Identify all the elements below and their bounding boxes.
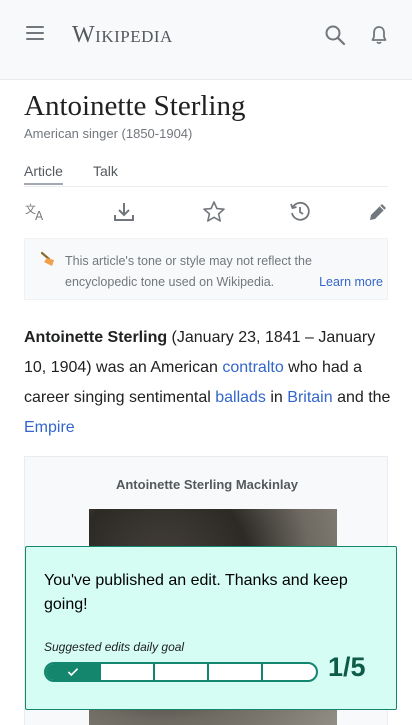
lead-text-3: in: [265, 389, 288, 406]
history-icon[interactable]: [286, 198, 314, 226]
daily-goal-label: Suggested edits daily goal: [44, 640, 185, 654]
star-icon[interactable]: [200, 198, 228, 226]
menu-icon[interactable]: [26, 26, 44, 42]
edit-published-toast: You've published an edit. Thanks and kee…: [25, 546, 397, 710]
progress-segment-divider: [99, 664, 101, 680]
tab-article[interactable]: Article: [24, 163, 63, 185]
link-britain[interactable]: Britain: [287, 389, 332, 406]
check-icon: [46, 664, 100, 680]
language-icon[interactable]: 文 A: [22, 198, 50, 226]
article-issue-notice[interactable]: This article's tone or style may not ref…: [24, 238, 388, 300]
link-ballads[interactable]: ballads: [215, 389, 266, 406]
progress-segment-divider: [261, 664, 263, 680]
toast-message: You've published an edit. Thanks and kee…: [44, 572, 348, 613]
tabs-divider: [24, 186, 388, 187]
pencil-icon[interactable]: [364, 198, 392, 226]
page-title: Antoinette Sterling: [24, 90, 246, 122]
page-actions-toolbar: 文 A: [0, 198, 412, 228]
wordmark-text: Wikipedia: [72, 22, 173, 48]
lead-text-4: and the: [332, 389, 391, 406]
tab-talk[interactable]: Talk: [93, 163, 118, 183]
broom-icon: [39, 250, 57, 268]
wikipedia-wordmark[interactable]: Wikipedia: [72, 22, 173, 49]
search-icon[interactable]: [324, 24, 346, 46]
link-contralto[interactable]: contralto: [222, 359, 283, 376]
download-icon[interactable]: [110, 198, 138, 226]
lead-paragraph: Antoinette Sterling (January 23, 1841 – …: [24, 323, 392, 443]
bell-icon[interactable]: [368, 24, 390, 46]
app-header: Wikipedia: [0, 0, 412, 80]
infobox-caption: Antoinette Sterling Mackinlay: [115, 477, 299, 492]
progress-segment-divider: [153, 664, 155, 680]
lead-subject: Antoinette Sterling: [24, 329, 168, 346]
link-empire[interactable]: Empire: [24, 419, 75, 436]
learn-more-link[interactable]: Learn more: [291, 272, 383, 293]
svg-text:A: A: [35, 209, 44, 223]
page-description: American singer (1850-1904): [24, 126, 193, 141]
progress-segment-divider: [207, 664, 209, 680]
daily-goal-count: 1/5: [328, 652, 366, 682]
daily-goal-progress-bar: [44, 662, 318, 682]
